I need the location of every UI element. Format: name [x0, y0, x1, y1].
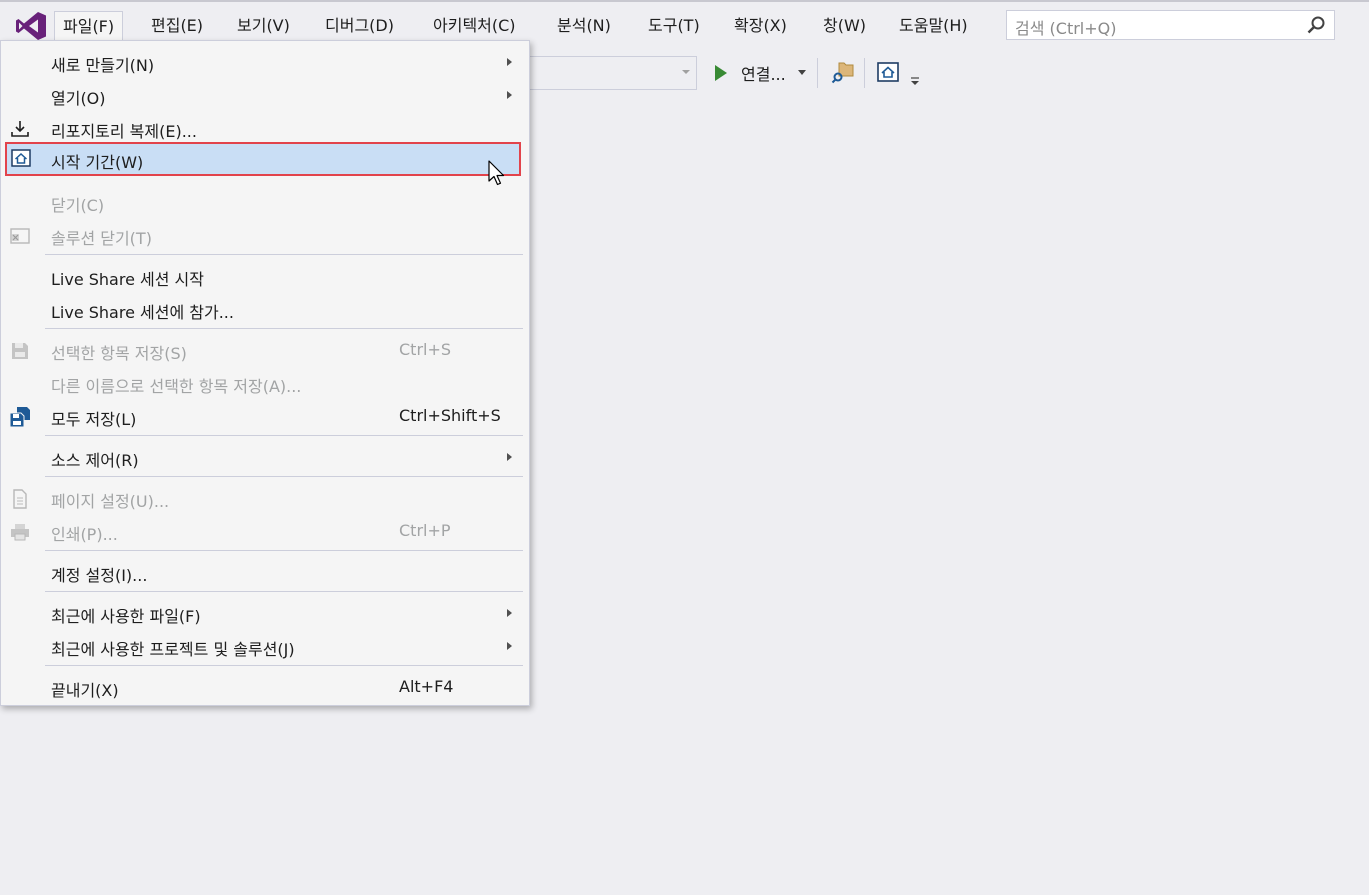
save-all-icon [10, 407, 30, 427]
menu-item-recent-projects[interactable]: 최근에 사용한 프로젝트 및 솔루션(J) [1, 630, 529, 663]
menu-item-label: 소스 제어(R) [51, 451, 139, 470]
menu-item-label: 다른 이름으로 선택한 항목 저장(A)... [51, 377, 302, 396]
menu-separator [45, 254, 523, 255]
play-icon[interactable] [715, 65, 727, 81]
menu-item-shortcut: Ctrl+P [399, 521, 451, 540]
menu-item-label: 시작 기간(W) [51, 153, 144, 172]
menu-edit[interactable]: 편집(E) [143, 11, 211, 41]
menu-item-start-window[interactable]: 시작 기간(W) [5, 142, 521, 176]
menu-item-label: 새로 만들기(N) [51, 56, 155, 75]
submenu-arrow-icon [507, 609, 512, 617]
menu-item-live-share-start[interactable]: Live Share 세션 시작 [1, 260, 529, 293]
search-icon[interactable] [1306, 15, 1326, 35]
menu-help[interactable]: 도움말(H) [891, 11, 976, 41]
menu-file[interactable]: 파일(F) [54, 11, 124, 42]
menu-item-save-all[interactable]: 모두 저장(L) Ctrl+Shift+S [1, 400, 529, 433]
menu-item-label: 최근에 사용한 파일(F) [51, 607, 201, 626]
file-menu-dropdown: 새로 만들기(N) 열기(O) 리포지토리 복제(E)... 시작 기간(W) … [0, 40, 530, 706]
menu-separator [45, 591, 523, 592]
menu-item-label: 솔루션 닫기(T) [51, 229, 152, 248]
menu-window[interactable]: 창(W) [815, 11, 874, 41]
menu-item-close-solution: 솔루션 닫기(T) [1, 219, 529, 252]
menu-item-source-control[interactable]: 소스 제어(R) [1, 441, 529, 474]
menu-separator [45, 476, 523, 477]
visual-studio-logo-icon[interactable] [14, 10, 48, 42]
menu-item-open[interactable]: 열기(O) [1, 79, 529, 112]
submenu-arrow-icon [507, 58, 512, 66]
close-solution-icon [10, 228, 30, 244]
menu-architecture[interactable]: 아키텍처(C) [425, 11, 524, 41]
submenu-arrow-icon [507, 642, 512, 650]
menu-item-recent-files[interactable]: 최근에 사용한 파일(F) [1, 597, 529, 630]
menu-extensions[interactable]: 확장(X) [726, 11, 795, 41]
menu-analyze[interactable]: 분석(N) [549, 11, 619, 41]
mouse-cursor-icon [488, 160, 505, 186]
search-box[interactable]: 검색 (Ctrl+Q) [1006, 10, 1335, 40]
run-dropdown-icon[interactable] [798, 70, 806, 75]
menu-item-account-settings[interactable]: 계정 설정(I)... [1, 556, 529, 589]
menu-item-shortcut: Ctrl+Shift+S [399, 406, 501, 425]
page-setup-icon [13, 489, 27, 509]
submenu-arrow-icon [507, 453, 512, 461]
submenu-arrow-icon [507, 91, 512, 99]
start-window-home-icon[interactable] [877, 62, 899, 82]
menu-tools[interactable]: 도구(T) [640, 11, 708, 41]
menu-item-label: 닫기(C) [51, 196, 105, 215]
menu-separator [45, 435, 523, 436]
save-icon [12, 343, 28, 359]
menu-item-shortcut: Ctrl+S [399, 340, 452, 359]
menu-view[interactable]: 보기(V) [229, 11, 298, 41]
search-placeholder: 검색 (Ctrl+Q) [1015, 19, 1117, 38]
menu-separator [45, 665, 523, 666]
menu-debug[interactable]: 디버그(D) [317, 11, 402, 41]
menu-item-page-setup: 페이지 설정(U)... [1, 482, 529, 515]
menu-item-print: 인쇄(P)... Ctrl+P [1, 515, 529, 548]
menu-item-label: 인쇄(P)... [51, 525, 118, 544]
menu-item-exit[interactable]: 끝내기(X) Alt+F4 [1, 671, 529, 704]
find-in-files-icon[interactable] [831, 60, 855, 84]
attach-run-label[interactable]: 연결... [741, 61, 786, 85]
chevron-down-icon [682, 70, 690, 74]
menu-item-shortcut: Alt+F4 [399, 677, 454, 696]
start-window-home-icon [11, 149, 31, 167]
menu-item-label: 열기(O) [51, 89, 106, 108]
menu-item-live-share-join[interactable]: Live Share 세션에 참가... [1, 293, 529, 326]
menu-item-clone-repository[interactable]: 리포지토리 복제(E)... [1, 112, 529, 145]
menu-item-save-selected: 선택한 항목 저장(S) Ctrl+S [1, 334, 529, 367]
menu-item-label: 리포지토리 복제(E)... [51, 122, 197, 141]
menu-item-label: Live Share 세션 시작 [51, 270, 204, 289]
menu-separator [45, 550, 523, 551]
menu-item-save-selected-as: 다른 이름으로 선택한 항목 저장(A)... [1, 367, 529, 400]
print-icon [11, 524, 29, 541]
menu-item-label: Live Share 세션에 참가... [51, 303, 234, 322]
menu-item-label: 최근에 사용한 프로젝트 및 솔루션(J) [51, 640, 295, 659]
menu-item-label: 끝내기(X) [51, 681, 119, 700]
menu-separator [45, 328, 523, 329]
menu-item-close: 닫기(C) [1, 186, 529, 219]
menu-item-label: 페이지 설정(U)... [51, 492, 170, 511]
clone-download-icon [11, 121, 29, 137]
startup-project-combo[interactable] [520, 56, 697, 90]
menu-item-label: 선택한 항목 저장(S) [51, 344, 187, 363]
menu-item-label: 계정 설정(I)... [51, 566, 148, 585]
toolbar-separator [864, 58, 865, 88]
menu-item-new[interactable]: 새로 만들기(N) [1, 46, 529, 79]
toolbar-overflow-icon[interactable] [909, 75, 921, 87]
toolbar-separator [817, 58, 818, 88]
menu-item-label: 모두 저장(L) [51, 410, 137, 429]
